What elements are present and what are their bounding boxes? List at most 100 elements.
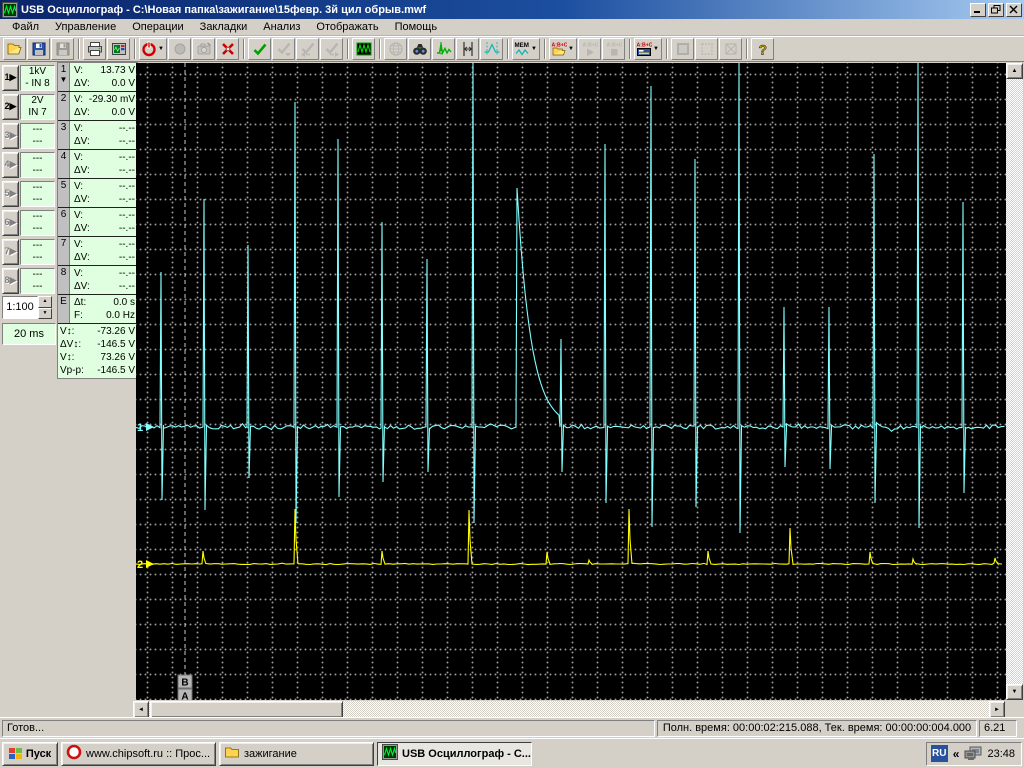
menu-bar: ФайлУправлениеОперацииЗакладкиАнализОтоб…	[0, 19, 1024, 36]
window-mode-1-button[interactable]	[671, 38, 694, 60]
channel-button-3[interactable]: 3▶	[2, 123, 19, 149]
dropdown-arrow-icon[interactable]: ▼	[157, 46, 165, 52]
record-icon	[172, 41, 188, 57]
vertical-cursors-button[interactable]	[456, 38, 479, 60]
channel-range-cell-8[interactable]: ------	[20, 268, 55, 294]
channel-button-4[interactable]: 4▶	[2, 152, 19, 178]
minimize-button[interactable]	[970, 3, 986, 17]
channel-input: ---	[21, 165, 54, 177]
auto-measure-button[interactable]	[432, 38, 455, 60]
save-image-button[interactable]	[51, 38, 74, 60]
channel-button-8[interactable]: 8▶	[2, 268, 19, 294]
memory-button[interactable]: MEM▼	[512, 38, 540, 60]
math-stop-button[interactable]: A:B+C	[602, 38, 625, 60]
channel-button-5[interactable]: 5▶	[2, 181, 19, 207]
snapshot-button[interactable]	[192, 38, 215, 60]
math-play-button[interactable]: A:B+C	[578, 38, 601, 60]
close-button[interactable]	[1006, 3, 1022, 17]
start-button[interactable]: Пуск	[2, 742, 58, 766]
cursor-flag-a[interactable]: A	[178, 689, 192, 700]
channel-range-cell-5[interactable]: ------	[20, 181, 55, 207]
scroll-up-button[interactable]: ▲	[1006, 63, 1023, 79]
search-button[interactable]	[408, 38, 431, 60]
channel-button-7[interactable]: 7▶	[2, 239, 19, 265]
connect-option-1-button[interactable]	[272, 38, 295, 60]
open-file-button[interactable]	[3, 38, 26, 60]
dv-label: ΔV:	[74, 135, 90, 148]
scope-icon	[2, 2, 18, 18]
window-mode-3-button[interactable]	[719, 38, 742, 60]
horizontal-scroll-thumb[interactable]	[150, 701, 343, 718]
folder-open-icon	[7, 41, 23, 57]
channel-row-3: 3▶------	[2, 121, 56, 150]
v-label: V:	[74, 64, 83, 77]
v-label: V:	[74, 238, 83, 251]
scroll-left-button[interactable]: ◄	[133, 701, 149, 718]
taskbar-task-1[interactable]: www.chipsoft.ru :: Прос...	[61, 742, 216, 766]
channel-button-2[interactable]: 2▶	[2, 94, 19, 120]
dropdown-arrow-icon[interactable]: ▼	[652, 46, 660, 52]
record-button[interactable]	[168, 38, 191, 60]
channel-range-cell-1[interactable]: 1kV- IN 8	[20, 65, 55, 91]
title-bar: USB Осциллограф - C:\Новая папка\зажиган…	[0, 0, 1024, 19]
measure-channel-number: 1▼	[58, 63, 70, 91]
connect-option-2-button[interactable]	[296, 38, 319, 60]
channel-range-cell-2[interactable]: 2VIN 7	[20, 94, 55, 120]
tray-chevron-icon[interactable]: «	[953, 747, 960, 761]
channel-range-cell-6[interactable]: ------	[20, 210, 55, 236]
oscilloscope-plot[interactable]: BA12	[136, 63, 1006, 700]
dropdown-arrow-icon[interactable]: ▼	[567, 46, 575, 52]
measure-row-3: 3V:--.--ΔV:--.--	[58, 121, 137, 150]
keyboard-layout-indicator[interactable]: RU	[931, 745, 948, 762]
svg-text:B: B	[181, 678, 188, 689]
waveform-traces: BA12	[136, 63, 1006, 700]
taskbar-task-2[interactable]: зажигание	[219, 742, 374, 766]
menu-6[interactable]: Отображать	[308, 20, 386, 35]
wave-cursors-button[interactable]	[480, 38, 503, 60]
restore-button[interactable]	[988, 3, 1004, 17]
channel-range-cell-4[interactable]: ------	[20, 152, 55, 178]
start-stop-acquisition-button[interactable]: ▼	[139, 38, 167, 60]
window-mode-2-button[interactable]	[695, 38, 718, 60]
menu-1[interactable]: Файл	[4, 20, 47, 35]
compression-value[interactable]: 1:100	[2, 296, 38, 319]
timebase-cell[interactable]: 20 ms	[2, 323, 56, 345]
channel-row-5: 5▶------	[2, 179, 56, 208]
device-panel-button[interactable]	[107, 38, 130, 60]
cursor-flag-b[interactable]: B	[178, 675, 192, 689]
zoom-region-button[interactable]	[384, 38, 407, 60]
math-open-button[interactable]: A:B+C▼	[549, 38, 577, 60]
network-tray-icon[interactable]	[964, 746, 982, 761]
channel-button-1[interactable]: 1▶	[2, 65, 19, 91]
trace-2	[136, 509, 1002, 565]
channel-marker-2[interactable]: 2	[137, 559, 154, 571]
clear-button[interactable]	[216, 38, 239, 60]
channel-range-cell-7[interactable]: ------	[20, 239, 55, 265]
taskbar-task-3[interactable]: USB Осциллограф - C...	[377, 742, 532, 766]
toolbar-separator	[379, 39, 381, 59]
menu-3[interactable]: Операции	[124, 20, 191, 35]
help-button[interactable]: ?	[751, 38, 774, 60]
scroll-down-button[interactable]: ▼	[1006, 684, 1023, 700]
menu-5[interactable]: Анализ	[255, 20, 308, 35]
print-button[interactable]	[83, 38, 106, 60]
math-panel-button[interactable]: A:B+C▼	[634, 38, 662, 60]
dropdown-arrow-icon[interactable]: ▼	[530, 46, 538, 52]
menu-2[interactable]: Управление	[47, 20, 124, 35]
save-file-button[interactable]	[27, 38, 50, 60]
task-buttons: www.chipsoft.ru :: Прос...зажиганиеUSB О…	[61, 742, 532, 766]
connect-option-3-button[interactable]	[320, 38, 343, 60]
connect-device-button[interactable]	[248, 38, 271, 60]
channel-button-6[interactable]: 6▶	[2, 210, 19, 236]
channel-range-cell-3[interactable]: ------	[20, 123, 55, 149]
menu-7[interactable]: Помощь	[387, 20, 446, 35]
horizontal-scrollbar[interactable]: ◄ ►	[133, 701, 1005, 718]
scroll-right-button[interactable]: ►	[989, 701, 1005, 718]
f-label: F:	[74, 309, 83, 322]
menu-4[interactable]: Закладки	[192, 20, 256, 35]
spin-down-button[interactable]: ▼	[38, 308, 52, 320]
spin-up-button[interactable]: ▲	[38, 296, 52, 308]
toolbar-separator	[746, 39, 748, 59]
display-mode-button[interactable]	[352, 38, 375, 60]
vertical-scrollbar[interactable]: ▲ ▼	[1006, 63, 1023, 700]
